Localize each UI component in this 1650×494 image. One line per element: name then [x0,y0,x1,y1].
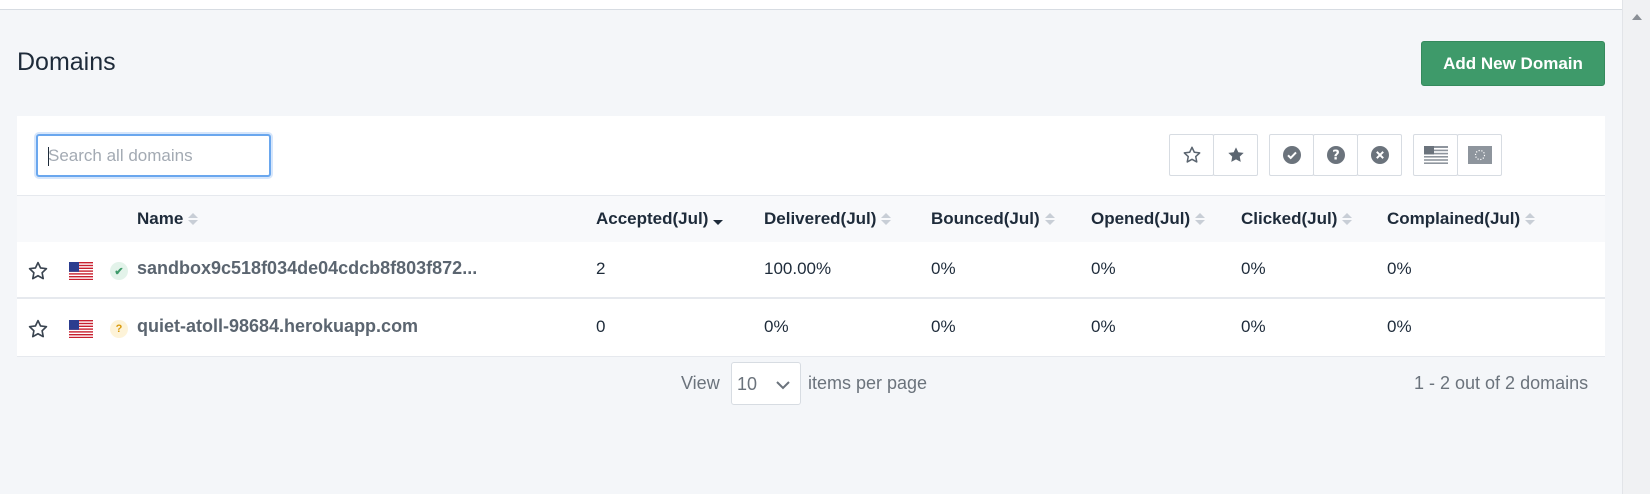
table-row: ✔ sandbox9c518f034de04cdcb8f803f872... 2… [17,242,1605,299]
domain-name-link[interactable]: quiet-atoll-98684.herokuapp.com [137,316,418,337]
sort-icon [881,213,892,225]
table-header: Name Accepted(Jul) Delivered(Jul) Bounce… [17,196,1605,242]
search-input[interactable] [38,136,269,175]
sort-icon [1195,213,1206,225]
accepted-value: 2 [596,259,606,278]
delivered-value: 100.00% [764,259,832,278]
page-title: Domains [17,48,116,76]
star-filled-filter-button[interactable] [1213,134,1258,176]
us-region-filter-button[interactable] [1413,134,1458,176]
search-box[interactable] [36,134,271,177]
star-outline-icon [1183,146,1200,163]
complained-value: 0% [1387,317,1412,336]
failed-filter-button[interactable] [1357,134,1402,176]
bounced-value: 0% [931,259,956,278]
sort-icon [1525,213,1536,225]
column-header-clicked[interactable]: Clicked(Jul) [1241,209,1353,229]
column-label: Name [137,209,184,228]
column-header-accepted[interactable]: Accepted(Jul) [596,209,724,229]
sort-desc-icon [713,213,724,225]
column-label: Opened(Jul) [1091,209,1191,228]
per-page-select[interactable]: 10 [731,362,801,405]
top-bar [0,0,1622,10]
favorite-star-icon[interactable] [27,318,49,345]
sort-icon [188,213,199,225]
unverified-question-icon: ? [110,320,128,338]
complained-value: 0% [1387,259,1412,278]
sort-icon [1342,213,1353,225]
clicked-value: 0% [1241,259,1266,278]
eu-flag-icon [1467,146,1492,164]
star-outline-filter-button[interactable] [1169,134,1214,176]
column-header-name[interactable]: Name [137,209,199,229]
eu-region-filter-button[interactable] [1457,134,1502,176]
verified-check-icon: ✔ [110,262,128,280]
column-header-complained[interactable]: Complained(Jul) [1387,209,1536,229]
question-circle-icon: ? [1326,146,1345,164]
check-circle-icon [1282,146,1301,164]
scroll-up-arrow-icon[interactable] [1632,14,1642,20]
verified-filter-button[interactable] [1269,134,1314,176]
table-toolbar: ? [17,116,1605,196]
add-new-domain-button[interactable]: Add New Domain [1421,41,1605,86]
pagination-items-label: items per page [808,373,928,393]
column-header-delivered[interactable]: Delivered(Jul) [764,209,892,229]
vertical-scrollbar[interactable] [1622,0,1650,494]
bounced-value: 0% [931,317,956,336]
delivered-value: 0% [764,317,789,336]
unverified-filter-button[interactable]: ? [1313,134,1358,176]
column-label: Clicked(Jul) [1241,209,1338,228]
column-label: Accepted(Jul) [596,209,709,228]
pagination-summary: 1 - 2 out of 2 domains [1414,373,1589,393]
column-label: Complained(Jul) [1387,209,1521,228]
x-circle-icon [1370,146,1389,164]
column-label: Delivered(Jul) [764,209,877,228]
column-header-bounced[interactable]: Bounced(Jul) [931,209,1055,229]
opened-value: 0% [1091,259,1116,278]
table-row: ? quiet-atoll-98684.herokuapp.com 0 0% 0… [17,300,1605,357]
us-flag-icon [69,320,93,343]
clicked-value: 0% [1241,317,1266,336]
us-flag-icon [69,262,93,285]
us-flag-icon [1423,146,1448,164]
sort-icon [1044,213,1055,225]
favorite-star-icon[interactable] [27,260,49,287]
domains-panel: ? [17,116,1605,357]
chevron-down-icon [774,376,792,399]
svg-text:?: ? [1332,149,1340,164]
column-header-opened[interactable]: Opened(Jul) [1091,209,1206,229]
accepted-value: 0 [596,317,606,336]
domain-name-link[interactable]: sandbox9c518f034de04cdcb8f803f872... [137,258,477,279]
pagination-view-label: View [681,373,720,393]
star-filled-icon [1227,147,1244,162]
per-page-value: 10 [737,374,758,394]
text-cursor [48,147,49,166]
column-label: Bounced(Jul) [931,209,1040,228]
opened-value: 0% [1091,317,1116,336]
